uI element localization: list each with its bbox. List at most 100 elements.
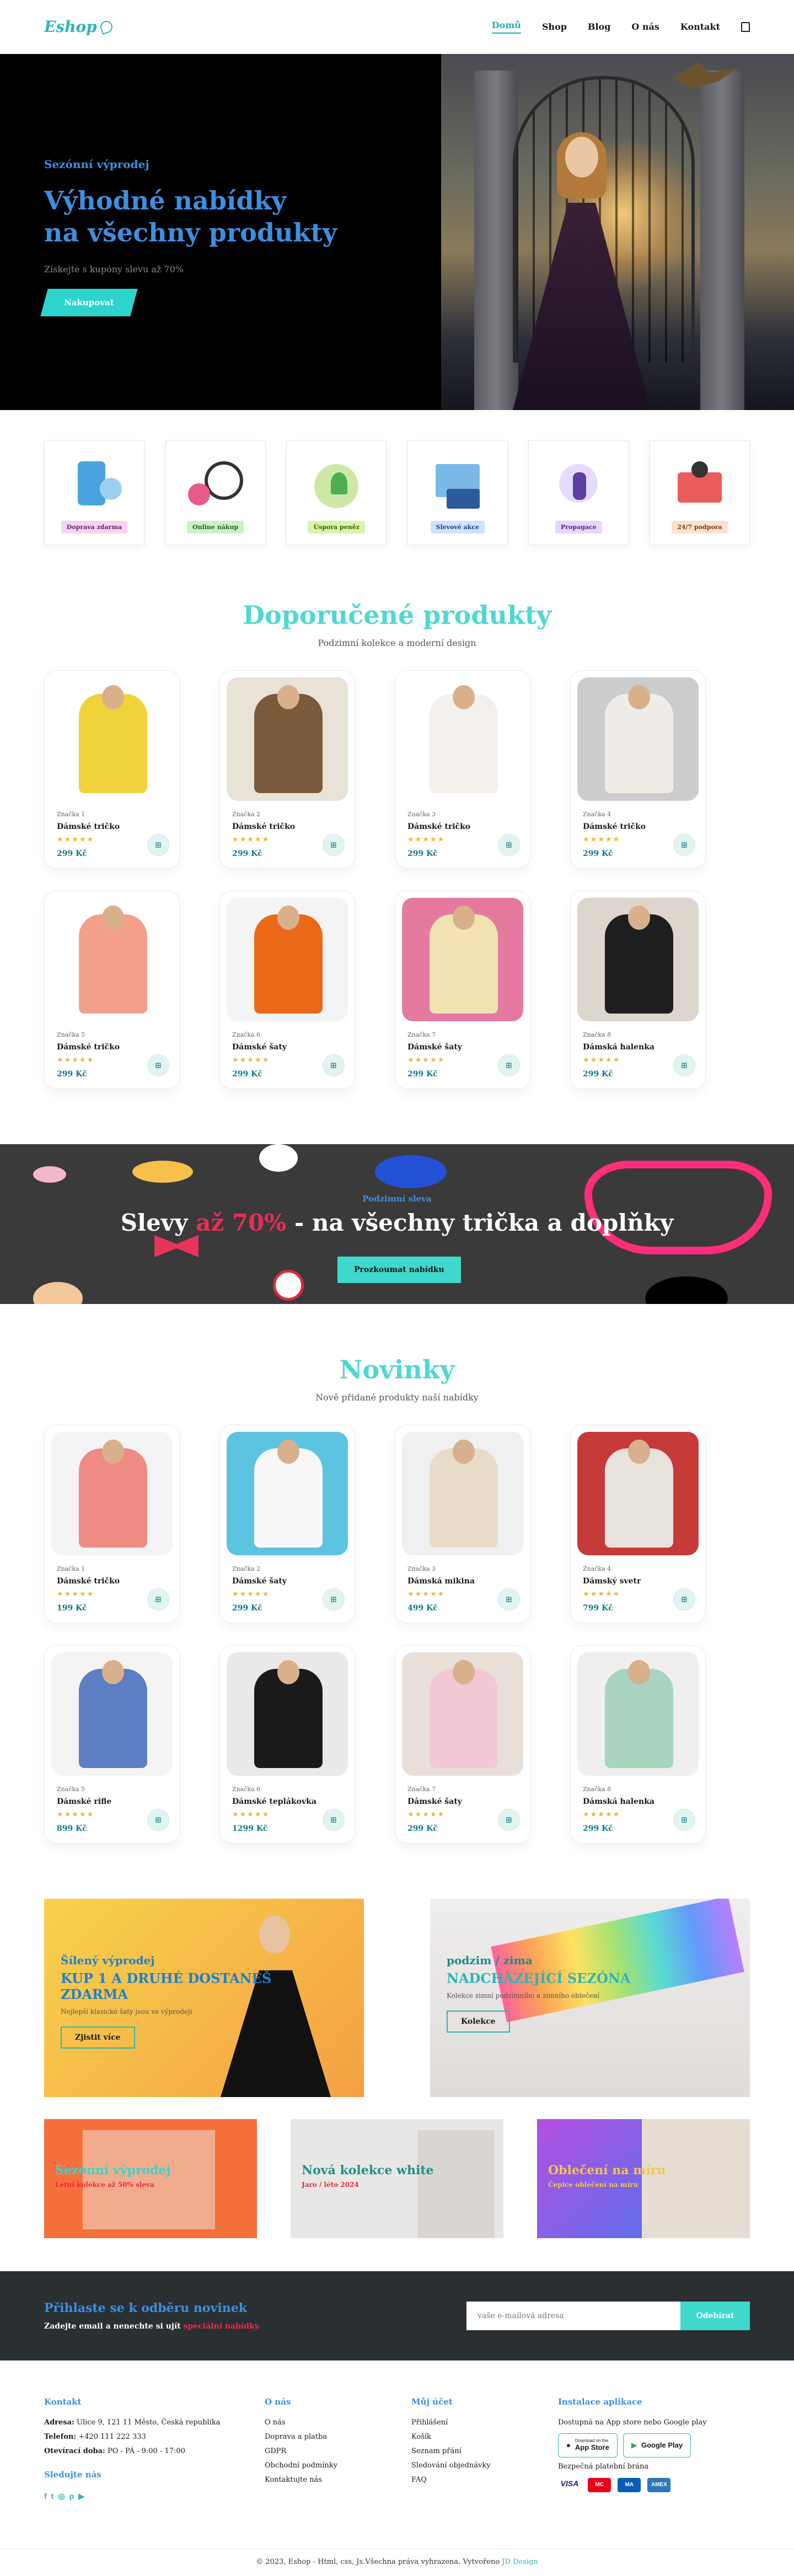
app-store-button[interactable]: ● Download on the App Store <box>558 2433 618 2458</box>
footer-link[interactable]: Seznam přání <box>411 2444 558 2459</box>
add-to-cart-icon[interactable]: ⊞ <box>323 1588 345 1610</box>
product-image[interactable] <box>577 1652 699 1776</box>
footer-link[interactable]: O nás <box>265 2416 411 2430</box>
product-card[interactable]: Značka 6 Dámské teplákovka ★★★★★ 1299 Kč ⊞ <box>219 1645 355 1844</box>
footer-link[interactable]: Košík <box>411 2430 558 2444</box>
add-to-cart-icon[interactable]: ⊞ <box>323 834 345 856</box>
nav-home[interactable]: Domů <box>491 20 521 34</box>
product-name[interactable]: Dámské tričko <box>51 1043 173 1052</box>
footer-link[interactable]: GDPR <box>265 2444 411 2459</box>
add-to-cart-icon[interactable]: ⊞ <box>498 1809 520 1831</box>
nav-blog[interactable]: Blog <box>588 21 610 32</box>
banner-cta-button[interactable]: Prozkoumat nabídku <box>337 1257 461 1283</box>
product-card[interactable]: Značka 6 Dámské šaty ★★★★★ 299 Kč ⊞ <box>219 891 355 1089</box>
product-card[interactable]: Značka 5 Dámské tričko ★★★★★ 299 Kč ⊞ <box>44 891 180 1089</box>
product-card[interactable]: Značka 1 Dámské tričko ★★★★★ 299 Kč ⊞ <box>44 670 180 869</box>
product-image[interactable] <box>577 677 699 801</box>
add-to-cart-icon[interactable]: ⊞ <box>498 834 520 856</box>
add-to-cart-icon[interactable]: ⊞ <box>673 1054 695 1076</box>
product-image[interactable] <box>227 898 348 1021</box>
promo-card-white[interactable]: Nová kolekce white Jaro / léto 2024 <box>291 2119 503 2238</box>
product-image[interactable] <box>227 1432 348 1555</box>
nav-about[interactable]: O nás <box>631 21 659 32</box>
product-card[interactable]: Značka 2 Dámské tričko ★★★★★ 299 Kč ⊞ <box>219 670 355 869</box>
newsletter-subscribe-button[interactable]: Odebírat <box>680 2302 750 2330</box>
google-play-button[interactable]: ▶ Google Play <box>623 2433 691 2458</box>
feature-card-online-shopping[interactable]: Online nákup <box>165 440 266 545</box>
product-name[interactable]: Dámské tričko <box>51 822 173 831</box>
product-image[interactable] <box>402 1652 523 1776</box>
promo-season-button[interactable]: Kolekce <box>447 2011 510 2033</box>
promo-card-sale[interactable]: Šílený výprodej KUP 1 A DRUHÉ DOSTANEŠ Z… <box>44 1899 364 2097</box>
product-name[interactable]: Dámské tričko <box>402 822 523 831</box>
feature-card-promotions[interactable]: Propagace <box>528 440 629 545</box>
product-card[interactable]: Značka 5 Dámské riflе ★★★★★ 899 Kč ⊞ <box>44 1645 180 1844</box>
product-card[interactable]: Značka 7 Dámské šaty ★★★★★ 299 Kč ⊞ <box>395 891 530 1089</box>
twitter-icon[interactable]: t <box>51 2488 54 2504</box>
product-name[interactable]: Dámské tričko <box>51 1577 173 1586</box>
product-name[interactable]: Dámské šaty <box>227 1577 348 1586</box>
copyright-link[interactable]: JD Design <box>502 2558 538 2566</box>
nav-contact[interactable]: Kontakt <box>680 21 720 32</box>
product-image[interactable] <box>402 1432 523 1555</box>
add-to-cart-icon[interactable]: ⊞ <box>323 1054 345 1076</box>
product-name[interactable]: Dámské šaty <box>227 1043 348 1052</box>
feature-card-free-shipping[interactable]: Doprava zdarma <box>44 440 144 545</box>
product-image[interactable] <box>227 1652 348 1776</box>
product-name[interactable]: Dámské tričko <box>227 822 348 831</box>
product-card[interactable]: Značka 2 Dámské šaty ★★★★★ 299 Kč ⊞ <box>219 1425 355 1623</box>
product-card[interactable]: Značka 3 Dámská mikina ★★★★★ 499 Kč ⊞ <box>395 1425 530 1623</box>
product-image[interactable] <box>577 1432 699 1555</box>
promo-card-season[interactable]: podzim / zima NADCHÁZEJÍCÍ SEZÓNA Kolekc… <box>430 1899 750 2097</box>
product-card[interactable]: Značka 7 Dámské šaty ★★★★★ 299 Kč ⊞ <box>395 1645 530 1844</box>
product-image[interactable] <box>51 677 173 801</box>
product-card[interactable]: Značka 3 Dámské tričko ★★★★★ 299 Kč ⊞ <box>395 670 530 869</box>
add-to-cart-icon[interactable]: ⊞ <box>673 1588 695 1610</box>
add-to-cart-icon[interactable]: ⊞ <box>498 1054 520 1076</box>
hero-cta-button[interactable]: Nakupovat <box>40 289 138 316</box>
nav-shop[interactable]: Shop <box>542 21 567 32</box>
product-image[interactable] <box>51 1652 173 1776</box>
product-image[interactable] <box>402 677 523 801</box>
product-image[interactable] <box>402 898 523 1021</box>
promo-sale-button[interactable]: Zjistit více <box>61 2027 135 2049</box>
youtube-icon[interactable]: ▶ <box>78 2488 84 2504</box>
logo[interactable]: Eshop <box>44 18 114 36</box>
promo-card-custom[interactable]: Oblečení na míru Čepice oblečení na míru <box>537 2119 750 2238</box>
instagram-icon[interactable]: ◎ <box>58 2488 65 2504</box>
product-image[interactable] <box>577 898 699 1021</box>
product-name[interactable]: Dámský svetr <box>577 1577 699 1586</box>
product-name[interactable]: Dámská halenka <box>577 1797 699 1806</box>
product-card[interactable]: Značka 8 Dámská halenka ★★★★★ 299 Kč ⊞ <box>570 891 706 1089</box>
product-card[interactable]: Značka 8 Dámská halenka ★★★★★ 299 Kč ⊞ <box>570 1645 706 1844</box>
product-name[interactable]: Dámské tričko <box>577 822 699 831</box>
promo-card-seasonal[interactable]: Sezónní výprodej Letní kolekce až 50% sl… <box>44 2119 257 2238</box>
newsletter-email-input[interactable] <box>466 2302 680 2330</box>
product-image[interactable] <box>51 898 173 1021</box>
footer-link[interactable]: FAQ <box>411 2473 558 2487</box>
footer-link[interactable]: Doprava a platba <box>265 2430 411 2444</box>
add-to-cart-icon[interactable]: ⊞ <box>147 1809 169 1831</box>
add-to-cart-icon[interactable]: ⊞ <box>673 834 695 856</box>
footer-link[interactable]: Kontaktujte nás <box>265 2473 411 2487</box>
add-to-cart-icon[interactable]: ⊞ <box>673 1809 695 1831</box>
add-to-cart-icon[interactable]: ⊞ <box>147 1054 169 1076</box>
facebook-icon[interactable]: f <box>44 2488 47 2504</box>
add-to-cart-icon[interactable]: ⊞ <box>147 834 169 856</box>
product-name[interactable]: Dámské riflе <box>51 1797 173 1806</box>
product-card[interactable]: Značka 4 Dámské tričko ★★★★★ 299 Kč ⊞ <box>570 670 706 869</box>
footer-link[interactable]: Přihlášení <box>411 2416 558 2430</box>
product-name[interactable]: Dámské šaty <box>402 1797 523 1806</box>
product-name[interactable]: Dámská mikina <box>402 1577 523 1586</box>
product-image[interactable] <box>227 677 348 801</box>
product-image[interactable] <box>51 1432 173 1555</box>
product-name[interactable]: Dámská halenka <box>577 1043 699 1052</box>
feature-card-save-money[interactable]: Úspora peněz <box>286 440 387 545</box>
feature-card-support[interactable]: 24/7 podpora <box>649 440 750 545</box>
product-card[interactable]: Značka 4 Dámský svetr ★★★★★ 799 Kč ⊞ <box>570 1425 706 1623</box>
add-to-cart-icon[interactable]: ⊞ <box>147 1588 169 1610</box>
add-to-cart-icon[interactable]: ⊞ <box>323 1809 345 1831</box>
add-to-cart-icon[interactable]: ⊞ <box>498 1588 520 1610</box>
footer-link[interactable]: Obchodní podmínky <box>265 2459 411 2473</box>
feature-card-discounts[interactable]: Slevové akce <box>407 440 508 545</box>
